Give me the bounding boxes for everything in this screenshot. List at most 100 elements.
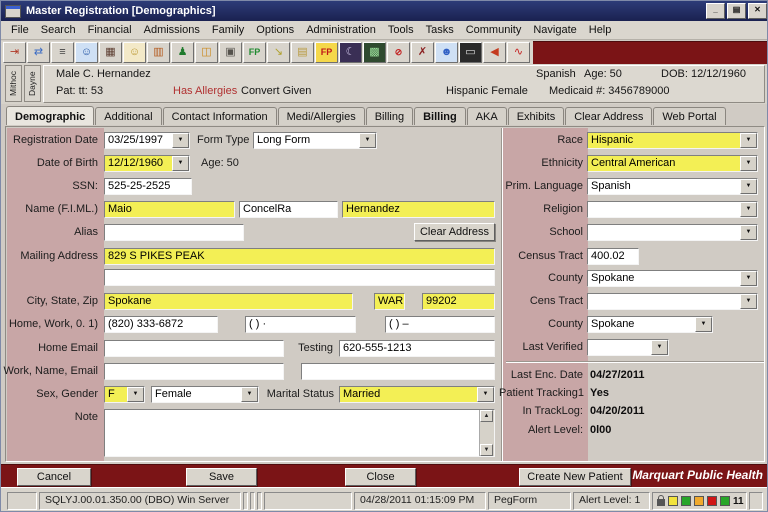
fp-red-icon[interactable]: FP — [315, 42, 338, 63]
side-tab-mithoc[interactable]: Mithoc — [5, 65, 22, 102]
terminal-icon[interactable]: ▭ — [459, 42, 482, 63]
list-icon[interactable]: ≡ — [51, 42, 74, 63]
home-phone-field[interactable]: (820) 333-6872 — [104, 316, 218, 333]
chevron-down-icon[interactable]: ▼ — [740, 156, 757, 171]
chevron-down-icon[interactable]: ▼ — [172, 156, 189, 171]
scroll-down-icon[interactable]: ▼ — [480, 444, 493, 456]
menu-community[interactable]: Community — [460, 22, 528, 38]
chevron-down-icon[interactable]: ▼ — [359, 133, 376, 148]
scroll-up-icon[interactable]: ▲ — [480, 410, 493, 422]
city-field[interactable]: Spokane — [104, 293, 353, 310]
county-combo[interactable]: Spokane ▼ — [587, 270, 758, 287]
folder-icon[interactable]: ▤ — [291, 42, 314, 63]
clear-address-button[interactable]: Clear Address — [414, 223, 495, 241]
note-scrollbar[interactable]: ▲ ▼ — [479, 410, 494, 456]
ethnicity-combo[interactable]: Central American ▼ — [587, 155, 758, 172]
tab-medi-allergies[interactable]: Medi/Allergies — [278, 107, 365, 125]
tab-contact-information[interactable]: Contact Information — [163, 107, 277, 125]
walk-icon[interactable]: ♟ — [171, 42, 194, 63]
close-form-button[interactable]: Close — [345, 468, 416, 486]
menu-file[interactable]: File — [5, 22, 35, 38]
restore-button[interactable]: ▤ — [727, 3, 746, 19]
chevron-down-icon[interactable]: ▼ — [127, 387, 144, 402]
last-verified-combo[interactable]: ▼ — [587, 339, 669, 356]
register-icon[interactable]: ▦ — [99, 42, 122, 63]
audio-icon[interactable]: ◀ — [483, 42, 506, 63]
transfer-icon[interactable]: ⇄ — [27, 42, 50, 63]
home-email-field[interactable] — [104, 340, 284, 357]
first-name-field[interactable]: Maio — [104, 201, 235, 218]
menu-options[interactable]: Options — [250, 22, 300, 38]
note-textarea[interactable]: ▲ ▼ — [104, 409, 495, 457]
tab-exhibits[interactable]: Exhibits — [508, 107, 565, 125]
columns-icon[interactable]: ◫ — [195, 42, 218, 63]
chevron-down-icon[interactable]: ▼ — [740, 271, 757, 286]
minimize-button[interactable]: _ — [706, 3, 725, 19]
tab-clear-address[interactable]: Clear Address — [565, 107, 652, 125]
marital-status-combo[interactable]: Married ▼ — [339, 386, 495, 403]
tab-billing[interactable]: Billing — [366, 107, 413, 125]
registration-date-combo[interactable]: 03/25/1997 ▼ — [104, 132, 190, 149]
chevron-down-icon[interactable]: ▼ — [477, 387, 494, 402]
exit-icon[interactable]: ⇥ — [3, 42, 26, 63]
chevron-down-icon[interactable]: ▼ — [172, 133, 189, 148]
save-button[interactable]: Save — [186, 468, 257, 486]
state-field[interactable]: WAR — [374, 293, 405, 310]
tab-billing-2[interactable]: Billing — [414, 107, 466, 125]
people-icon[interactable]: ☻ — [435, 42, 458, 63]
fp-green-icon[interactable]: FP — [243, 42, 266, 63]
alias-field[interactable] — [104, 224, 244, 241]
menu-tasks[interactable]: Tasks — [420, 22, 460, 38]
side-tab-dayne[interactable]: Dayne — [24, 65, 41, 102]
menu-administration[interactable]: Administration — [300, 22, 382, 38]
mailing-address-field[interactable]: 829 S PIKES PEAK — [104, 248, 495, 265]
tab-web-portal[interactable]: Web Portal — [653, 107, 725, 125]
close-button[interactable]: ✕ — [748, 3, 767, 19]
export-icon[interactable]: ↘ — [267, 42, 290, 63]
menu-financial[interactable]: Financial — [82, 22, 138, 38]
school-combo[interactable]: ▼ — [587, 224, 758, 241]
menu-family[interactable]: Family — [206, 22, 250, 38]
sex-combo[interactable]: F ▼ — [104, 386, 145, 403]
testing-field[interactable]: 620-555-1213 — [339, 340, 495, 357]
last-name-field[interactable]: Hernandez — [342, 201, 495, 218]
smiley-icon[interactable]: ☺ — [123, 42, 146, 63]
tab-aka[interactable]: AKA — [467, 107, 507, 125]
chevron-down-icon[interactable]: ▼ — [651, 340, 668, 355]
moon-icon[interactable]: ☾ — [339, 42, 362, 63]
create-new-patient-button[interactable]: Create New Patient — [519, 468, 631, 486]
tab-additional[interactable]: Additional — [95, 107, 161, 125]
patient-icon[interactable]: ☺ — [75, 42, 98, 63]
name-email-field[interactable] — [301, 363, 495, 380]
zip-field[interactable]: 99202 — [422, 293, 495, 310]
prim-language-combo[interactable]: Spanish ▼ — [587, 178, 758, 195]
chevron-down-icon[interactable]: ▼ — [740, 202, 757, 217]
chevron-down-icon[interactable]: ▼ — [740, 179, 757, 194]
religion-combo[interactable]: ▼ — [587, 201, 758, 218]
race-combo[interactable]: Hispanic ▼ — [587, 132, 758, 149]
menu-admissions[interactable]: Admissions — [138, 22, 206, 38]
menu-tools[interactable]: Tools — [382, 22, 420, 38]
ssn-field[interactable]: 525-25-2525 — [104, 178, 192, 195]
menu-search[interactable]: Search — [35, 22, 82, 38]
address-line2-field[interactable] — [104, 269, 495, 286]
menu-navigate[interactable]: Navigate — [527, 22, 582, 38]
graph-icon[interactable]: ∿ — [507, 42, 530, 63]
census-tract-field[interactable]: 400.02 — [587, 248, 639, 265]
chevron-down-icon[interactable]: ▼ — [695, 317, 712, 332]
chevron-down-icon[interactable]: ▼ — [740, 294, 757, 309]
chevron-down-icon[interactable]: ▼ — [740, 133, 757, 148]
no-entry-icon[interactable]: ⊘ — [387, 42, 410, 63]
date-of-birth-combo[interactable]: 12/12/1960 ▼ — [104, 155, 190, 172]
work-phone-field[interactable]: ( ) · — [245, 316, 356, 333]
form-type-combo[interactable]: Long Form ▼ — [253, 132, 377, 149]
other-phone-field[interactable]: ( ) – — [385, 316, 495, 333]
tab-demographic[interactable]: Demographic — [6, 106, 94, 125]
menu-help[interactable]: Help — [583, 22, 618, 38]
gender-combo[interactable]: Female ▼ — [151, 386, 259, 403]
copy-icon[interactable]: ▣ — [219, 42, 242, 63]
chevron-down-icon[interactable]: ▼ — [241, 387, 258, 402]
middle-name-field[interactable]: ConcelRa — [239, 201, 338, 218]
cancel-button[interactable]: Cancel — [17, 468, 91, 486]
reject-icon[interactable]: ✗ — [411, 42, 434, 63]
